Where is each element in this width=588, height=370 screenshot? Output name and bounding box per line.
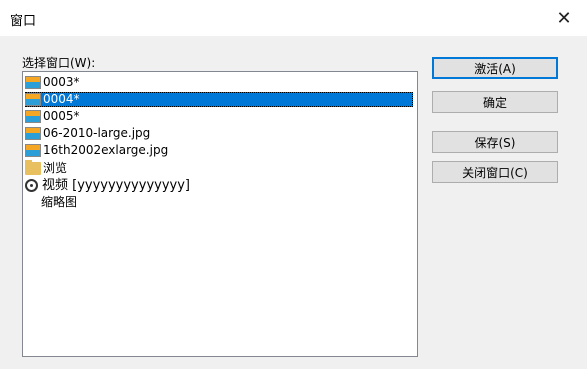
list-item[interactable]: 浏览 bbox=[25, 160, 68, 176]
list-item[interactable]: 缩略图 bbox=[25, 195, 77, 210]
list-item[interactable]: 视频 [yyyyyyyyyyyyyy] bbox=[25, 178, 190, 193]
thumbnails-icon bbox=[25, 196, 39, 210]
close-icon: ✕ bbox=[556, 7, 572, 29]
window-listbox[interactable]: 0003* 0004* 0005* 06-2010-large.jpg 16th… bbox=[22, 71, 418, 357]
list-item[interactable]: 0005* bbox=[25, 109, 80, 124]
list-item-label: 缩略图 bbox=[41, 195, 78, 209]
folder-icon bbox=[25, 160, 41, 175]
list-item-selected[interactable]: 0004* bbox=[25, 92, 413, 107]
image-icon bbox=[25, 144, 41, 157]
video-icon bbox=[25, 179, 38, 192]
list-item-label: 0004* bbox=[43, 92, 80, 106]
image-icon bbox=[25, 76, 41, 89]
list-item-label: 0005* bbox=[43, 109, 80, 123]
title-bar: 窗口 ✕ bbox=[0, 0, 587, 36]
image-icon bbox=[25, 93, 41, 106]
window-dialog: 窗口 ✕ 选择窗口(W): 0003* 0004* 0005* 06-2010-… bbox=[0, 0, 587, 369]
image-icon bbox=[25, 127, 41, 140]
list-item-label: 06-2010-large.jpg bbox=[43, 126, 151, 140]
list-item-label: 视频 [yyyyyyyyyyyyyy] bbox=[42, 178, 190, 193]
list-item[interactable]: 16th2002exlarge.jpg bbox=[25, 143, 168, 158]
list-item-label: 16th2002exlarge.jpg bbox=[43, 143, 169, 157]
close-button[interactable]: ✕ bbox=[541, 0, 587, 36]
list-item-label: 0003* bbox=[43, 75, 80, 89]
image-icon bbox=[25, 110, 41, 123]
activate-button[interactable]: 激活(A) bbox=[432, 57, 558, 79]
save-button[interactable]: 保存(S) bbox=[432, 131, 558, 153]
list-item[interactable]: 0003* bbox=[25, 75, 80, 90]
window-list-label: 选择窗口(W): bbox=[22, 56, 96, 70]
ok-button[interactable]: 确定 bbox=[432, 91, 558, 113]
dialog-client-area: 选择窗口(W): 0003* 0004* 0005* 06-2010-large… bbox=[0, 36, 587, 369]
list-item[interactable]: 06-2010-large.jpg bbox=[25, 126, 150, 141]
window-title: 窗口 bbox=[10, 14, 37, 29]
close-window-button[interactable]: 关闭窗口(C) bbox=[432, 161, 558, 183]
list-item-label: 浏览 bbox=[43, 161, 68, 175]
